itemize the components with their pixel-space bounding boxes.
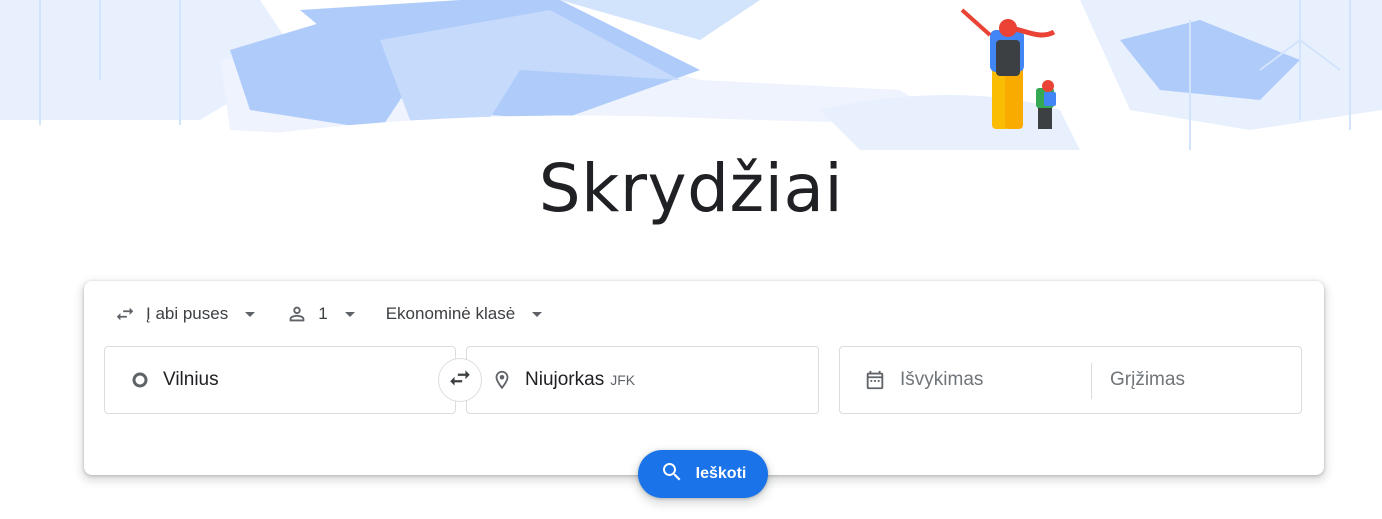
date-divider — [1091, 363, 1092, 399]
swap-horiz-icon — [114, 303, 136, 325]
return-placeholder: Grįžimas — [1110, 369, 1185, 390]
caret-down-icon — [531, 308, 543, 320]
origin-value: Vilnius — [163, 369, 219, 390]
dates-field: Išvykimas Grįžimas — [839, 346, 1302, 414]
search-card: Į abi puses 1 Ekonominė klasė Vilnius Ni… — [84, 281, 1324, 475]
calendar-icon — [864, 369, 886, 391]
destination-code: JFK — [610, 372, 636, 388]
trip-type-label: Į abi puses — [146, 304, 229, 323]
departure-placeholder: Išvykimas — [900, 369, 984, 390]
person-icon — [286, 303, 308, 325]
page-title: Skrydžiai — [538, 150, 844, 227]
caret-down-icon — [244, 308, 256, 320]
passengers-dropdown[interactable]: 1 — [286, 303, 355, 325]
hero-illustration — [0, 0, 1382, 160]
departure-date-field[interactable]: Išvykimas — [840, 347, 983, 413]
caret-down-icon — [344, 308, 356, 320]
search-button[interactable]: Ieškoti — [638, 450, 768, 498]
cabin-class-label: Ekonominė klasė — [385, 304, 516, 323]
return-date-field[interactable]: Grįžimas — [1110, 347, 1185, 413]
location-pin-icon — [491, 369, 513, 391]
swap-icon — [447, 365, 473, 396]
destination-field[interactable]: Niujorkas JFK — [466, 346, 819, 414]
origin-field[interactable]: Vilnius — [104, 346, 456, 414]
swap-button[interactable] — [438, 358, 482, 402]
cabin-class-dropdown[interactable]: Ekonominė klasė — [386, 304, 543, 324]
trip-type-dropdown[interactable]: Į abi puses — [114, 303, 256, 325]
search-button-label: Ieškoti — [695, 465, 747, 482]
passengers-count: 1 — [318, 304, 328, 323]
search-options: Į abi puses 1 Ekonominė klasė — [114, 301, 573, 327]
search-icon — [660, 460, 684, 489]
destination-value: Niujorkas — [525, 369, 605, 390]
circle-icon — [129, 369, 151, 391]
